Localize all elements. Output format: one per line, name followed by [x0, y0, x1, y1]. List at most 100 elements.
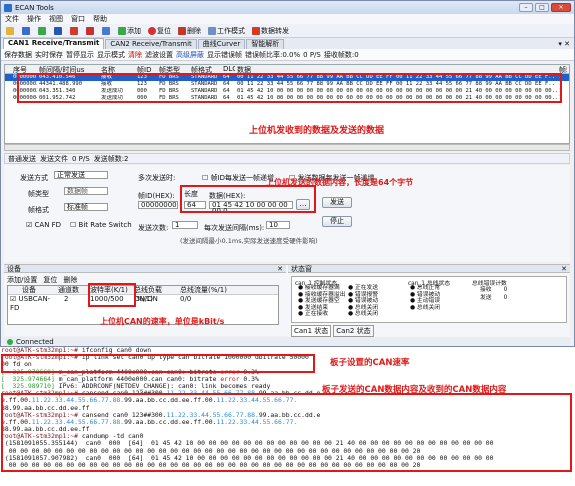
show-mode-button[interactable]: 显示模式 — [97, 50, 125, 60]
col-time[interactable]: 帧间隔/时间us — [37, 65, 99, 73]
delete-button[interactable]: 删除 — [176, 25, 203, 36]
minimize-button[interactable]: – — [519, 3, 533, 12]
tab-can2[interactable]: CAN2 Receive/Transmit — [105, 39, 197, 49]
status-panel: 状态窗 ✕ can_1 控制状态 ● 接收缓存器满 ● 接收缓存器溢出 ● 发送缓存器… — [288, 265, 570, 337]
col-format[interactable]: 帧格式 — [189, 65, 221, 73]
tab-parse[interactable]: 智能解析 — [246, 39, 285, 49]
multi-send-label: 多次发送时: — [138, 174, 176, 182]
menu-help[interactable]: 帮助 — [93, 14, 107, 24]
menu-window[interactable]: 窗口 — [71, 14, 85, 24]
highlight-box-bitrate — [1, 354, 315, 373]
menu-operate[interactable]: 操作 — [27, 14, 41, 24]
stop-button[interactable]: 停止 — [322, 216, 352, 227]
frame-type-select[interactable]: 数据帧 — [64, 187, 108, 195]
advanced-mask-button[interactable]: 高级屏蔽 — [176, 50, 204, 60]
forward-icon — [252, 26, 260, 35]
id-inc-checkbox[interactable]: ☐ 帧ID每发送一帧递增 — [202, 173, 274, 183]
error-count-value: 0 — [503, 287, 508, 293]
send-times-input[interactable]: 1 — [172, 221, 198, 229]
status-dot-icon: ● — [298, 311, 305, 318]
device-panel-title: 设备 — [7, 265, 21, 273]
save-button[interactable] — [20, 25, 33, 36]
interval-input[interactable]: 10 — [266, 221, 290, 229]
tab-can2-status[interactable]: Can2 状态 — [333, 325, 374, 337]
status-dot-icon: ● — [348, 298, 355, 305]
clear-button[interactable] — [84, 25, 97, 36]
interval-note: (发送间隔最小0.1ms,实际发送速度受硬件影响) — [180, 237, 318, 245]
send-form: 发送方式 正常发送 帧类型 数据帧 帧格式 标准帧 ☑ CAN FD ☐ Bit… — [4, 165, 570, 262]
window-title: ECAN Tools — [15, 3, 54, 12]
ecan-window: ECAN Tools – □ ✕ 文件 操作 视图 窗口 帮助 添加 复位 删除… — [0, 0, 575, 347]
col-id[interactable]: 帧ID — [135, 65, 157, 73]
frame-format-select[interactable]: 标准帧 — [64, 203, 108, 211]
maximize-button[interactable]: □ — [535, 3, 549, 12]
save-data-button[interactable]: 保存数据 — [4, 50, 32, 60]
error-count-label: 发送 — [480, 295, 492, 301]
frame-id-input[interactable]: 00000000 — [138, 201, 178, 209]
status-tabs: Can1 状态 Can2 状态 — [291, 325, 374, 337]
menu-file[interactable]: 文件 — [5, 14, 19, 24]
pause-display-button[interactable]: 暂停显示 — [66, 50, 94, 60]
status-item-label: 主动错误 — [416, 298, 441, 305]
status-item: ● 正在接收 — [298, 311, 346, 318]
menu-bar: 文件 操作 视图 窗口 帮助 — [1, 14, 574, 24]
device-row[interactable]: ☑ USBCAN-FD 2 1000/500 ON/ON 0/0 — [8, 295, 278, 312]
start-button[interactable] — [36, 25, 49, 36]
play-icon — [38, 26, 46, 35]
pause-button[interactable] — [52, 25, 65, 36]
col-index[interactable]: 序号 — [11, 65, 37, 73]
pause-icon — [54, 26, 62, 35]
col-cost[interactable]: 帧耗量 — [557, 65, 567, 73]
device-delete-button[interactable]: 删除 — [63, 275, 77, 285]
panel-close-icon[interactable]: ✕ — [277, 265, 283, 273]
reset-button[interactable]: 复位 — [146, 25, 173, 36]
send-button[interactable]: 发送 — [322, 197, 352, 208]
status-item-label: 正在接收 — [304, 311, 329, 318]
device-panel-header: 设备 ✕ — [4, 265, 286, 273]
close-tab-icon[interactable]: ▾ ✕ — [558, 40, 570, 48]
status-close-icon[interactable]: ✕ — [561, 265, 567, 273]
col-data[interactable]: 数据 — [235, 65, 557, 73]
status-item-label: 接收缓存器满 — [304, 285, 340, 291]
realtime-save-button[interactable]: 实时保存 — [35, 50, 63, 60]
close-button[interactable]: ✕ — [551, 3, 571, 12]
tab-can1[interactable]: CAN1 Receive/Transmit — [3, 38, 105, 49]
tab-curve[interactable]: 曲线Curver — [197, 39, 246, 49]
tab-can1-status[interactable]: Can1 状态 — [291, 325, 332, 337]
status-dot-icon: ● — [348, 291, 355, 298]
add-button[interactable]: 添加 — [116, 25, 143, 36]
status-dot-icon: ● — [298, 298, 305, 305]
col-name[interactable]: 名称 — [99, 65, 135, 73]
filter-settings-button[interactable]: 滤波设置 — [145, 50, 173, 60]
normal-send-button[interactable]: 普通发送 — [8, 154, 36, 164]
forward-button[interactable]: 数据转发 — [250, 25, 291, 36]
show-error-button[interactable]: 显示错误帧 — [207, 50, 242, 60]
col-dlc[interactable]: DLC — [221, 65, 235, 73]
device-settings-button[interactable]: 添加/设置 — [7, 275, 37, 285]
brs-checkbox[interactable]: ☐ Bit Rate Switch — [70, 221, 132, 229]
highlight-box-data — [180, 185, 316, 213]
canfd-checkbox[interactable]: ☑ CAN FD — [26, 221, 61, 229]
workmode-button[interactable]: 工作模式 — [206, 25, 247, 36]
open-button[interactable] — [4, 25, 17, 36]
error-count-value: 0 — [503, 295, 508, 301]
send-mode-select[interactable]: 正常发送 — [54, 171, 108, 179]
frame-format-label: 帧格式 — [28, 206, 49, 214]
clear-data-button[interactable]: 清除 — [128, 50, 142, 60]
device-reset-button[interactable]: 复位 — [43, 275, 57, 285]
app-icon — [4, 3, 12, 12]
filter-button[interactable] — [100, 25, 113, 36]
send-file-button[interactable]: 发送文件 — [40, 154, 68, 164]
device-row-load: ON/ON — [134, 295, 158, 303]
reset-label: 复位 — [157, 26, 171, 35]
device-col-name: 设备 — [22, 286, 36, 294]
annotation-baud: 上位机CAN的速率，单位是kBit/s — [100, 317, 225, 326]
fps-readout: 0 P/S — [303, 50, 321, 59]
col-type[interactable]: 帧类型 — [157, 65, 189, 73]
horizontal-scrollbar[interactable] — [4, 144, 570, 151]
status-item-label: 正在发送 — [354, 285, 379, 291]
menu-view[interactable]: 视图 — [49, 14, 63, 24]
error-count-label: 接收 — [480, 287, 492, 293]
stop-button[interactable] — [68, 25, 81, 36]
device-col-load: 总线负载(%/1) — [134, 286, 162, 303]
